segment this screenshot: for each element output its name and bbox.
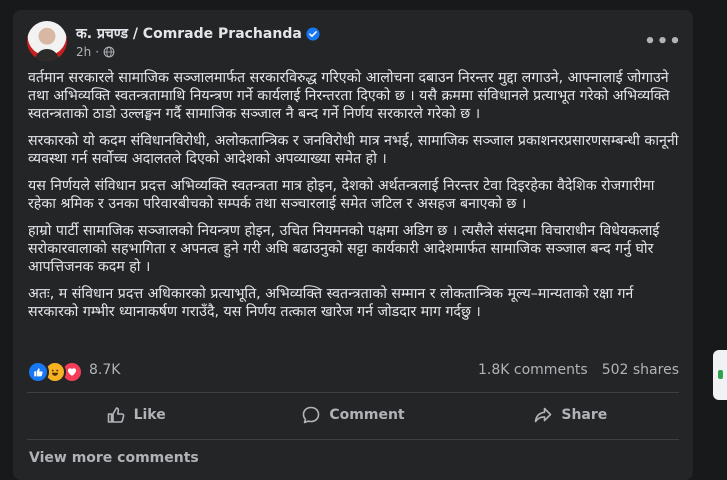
- post-header: क. प्रचण्ड / Comrade Prachanda 2h · •••: [27, 21, 681, 63]
- view-more-comments-link[interactable]: View more comments: [29, 450, 199, 466]
- author-name-row: क. प्रचण्ड / Comrade Prachanda: [76, 24, 320, 43]
- author-name[interactable]: क. प्रचण्ड / Comrade Prachanda: [76, 24, 302, 43]
- comments-count[interactable]: 1.8K comments: [478, 362, 588, 378]
- globe-icon: [103, 46, 115, 58]
- post-paragraph: हाम्रो पार्टी सामाजिक सञ्जालको नियन्त्रण…: [28, 223, 660, 275]
- post-card: क. प्रचण्ड / Comrade Prachanda 2h · ••• …: [13, 10, 693, 480]
- post-paragraph: यस निर्णयले संविधान प्रदत्त अभिव्यक्ति स…: [28, 178, 655, 212]
- like-reaction-icon: [27, 361, 49, 383]
- comment-button-label: Comment: [329, 407, 405, 423]
- post-body: वर्तमान सरकारले सामाजिक सञ्जालमार्फत सरक…: [28, 69, 684, 330]
- like-button[interactable]: Like: [27, 395, 244, 435]
- divider: [27, 439, 679, 440]
- thumbs-up-icon: [107, 407, 125, 423]
- post-paragraph: अतः, म संविधान प्रदत्त अधिकारको प्रत्याभ…: [28, 286, 634, 320]
- author-avatar[interactable]: [27, 21, 67, 61]
- post-paragraph: सरकारको यो कदम संविधानविरोधी, अलोकतान्त्…: [28, 133, 679, 167]
- divider: [27, 392, 679, 393]
- post-stats: 1.8K comments 502 shares: [478, 362, 679, 378]
- share-button[interactable]: Share: [462, 395, 679, 435]
- post-paragraph: वर्तमान सरकारले सामाजिक सञ्जालमार्फत सरक…: [28, 70, 670, 122]
- shares-count[interactable]: 502 shares: [602, 362, 679, 378]
- comment-button[interactable]: Comment: [244, 395, 461, 435]
- post-actions: Like Comment Share: [27, 395, 679, 435]
- post-meta: 2h ·: [76, 45, 115, 59]
- side-panel-tab[interactable]: [713, 350, 727, 400]
- share-arrow-icon: [535, 407, 552, 423]
- comment-bubble-icon: [303, 406, 320, 424]
- reactions-summary: 8.7K 1.8K comments 502 shares: [27, 360, 679, 383]
- more-options-icon[interactable]: •••: [644, 25, 681, 57]
- share-button-label: Share: [561, 407, 608, 423]
- reaction-icons[interactable]: [27, 361, 83, 383]
- verified-badge-icon: [306, 26, 320, 41]
- post-time[interactable]: 2h: [76, 45, 91, 59]
- reaction-count[interactable]: 8.7K: [89, 362, 120, 378]
- like-button-label: Like: [133, 407, 166, 423]
